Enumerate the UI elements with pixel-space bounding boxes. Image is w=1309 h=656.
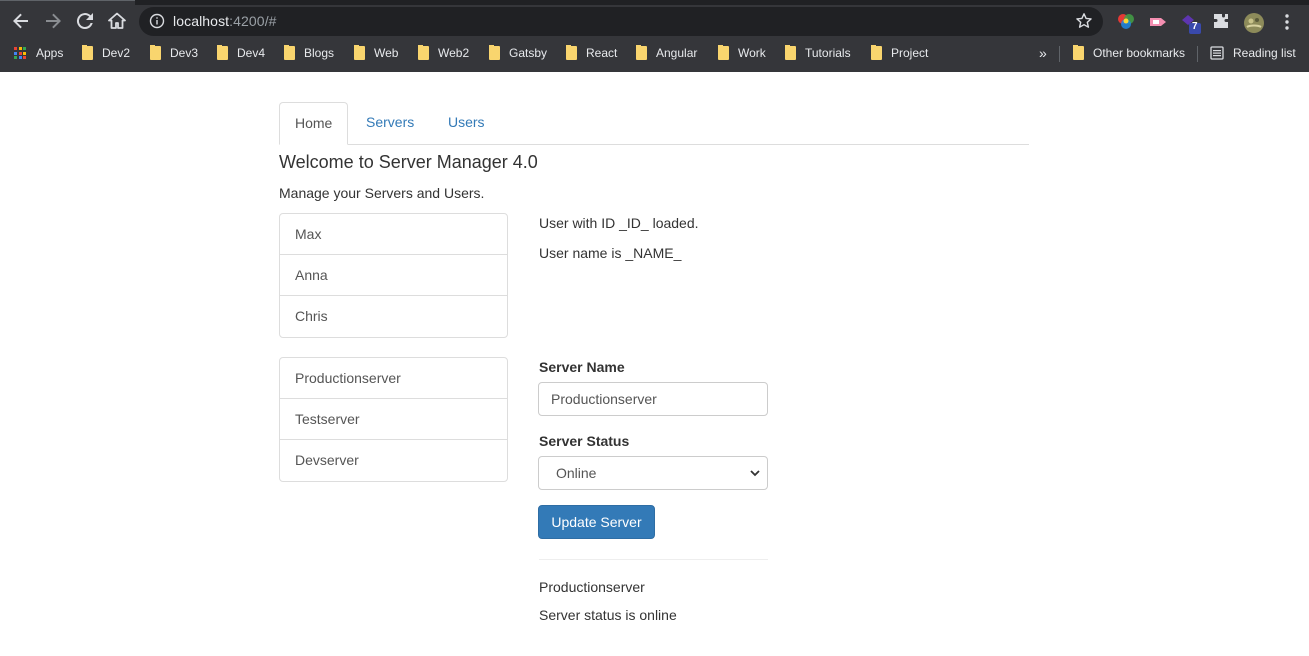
address-bar[interactable]: localhost:4200/# [139,7,1103,36]
server-list-item[interactable]: Testserver [280,399,507,440]
bookmark-tutorials[interactable]: Tutorials [785,44,851,62]
bookmark-apps[interactable]: Apps [14,44,63,62]
bookmarks-bar: Apps Dev2 Dev3 Dev4 Blogs Web Web2 Gatsb… [0,38,1309,68]
bookmark-angular[interactable]: Angular [636,44,697,62]
server-detail-name: Productionserver [539,579,645,595]
bookmark-star-icon[interactable] [1075,12,1093,30]
folder-icon [284,45,295,60]
bookmark-gatsby[interactable]: Gatsby [489,44,547,62]
folder-icon [785,45,796,60]
user-list-item[interactable]: Anna [280,255,507,296]
bookmark-label: Web [374,46,399,60]
site-info-icon[interactable] [149,13,165,29]
bookmark-label: Blogs [304,46,335,60]
forward-icon[interactable] [41,9,65,33]
chevron-down-icon [750,470,760,477]
reading-list-label: Reading list [1233,46,1296,60]
folder-icon [354,45,365,60]
folder-icon [718,45,729,60]
reload-icon[interactable] [73,9,97,33]
folder-icon [636,45,647,60]
reading-list-icon [1210,46,1224,60]
bookmark-label: Apps [36,46,64,60]
color-extension-icon[interactable] [1116,12,1136,32]
url-host: localhost [173,13,230,29]
bookmark-label: Dev2 [102,46,131,60]
gem-extension-icon[interactable]: 7 [1180,12,1201,34]
bookmark-label: Angular [656,46,698,60]
bookmark-label: Dev4 [237,46,266,60]
folder-icon [489,45,500,60]
folder-icon [566,45,577,60]
bookmark-blogs[interactable]: Blogs [284,44,334,62]
folder-icon [82,45,93,60]
bookmark-work[interactable]: Work [718,44,766,62]
bookmark-dev4[interactable]: Dev4 [217,44,265,62]
bookmark-dev2[interactable]: Dev2 [82,44,130,62]
bookmark-label: Other bookmarks [1093,46,1186,60]
app-page: Home Servers Users Welcome to Server Man… [0,72,1309,656]
user-list-item[interactable]: Chris [280,296,507,337]
server-list-item[interactable]: Devserver [280,440,507,481]
tab-users[interactable]: Users [433,102,500,143]
browser-toolbar: localhost:4200/# 7 [0,5,1309,37]
reading-list-button[interactable]: Reading list [1210,44,1296,62]
bookmark-label: Web2 [438,46,470,60]
bookmark-web[interactable]: Web [354,44,398,62]
server-status-label: Server Status [539,433,630,449]
tag-extension-icon[interactable] [1148,12,1168,32]
user-list-item[interactable]: Max [280,214,507,255]
tab-servers[interactable]: Servers [351,102,429,143]
extensions-puzzle-icon[interactable] [1212,12,1232,32]
tab-home[interactable]: Home [279,102,349,145]
folder-icon [217,45,228,60]
bookmark-react[interactable]: React [566,44,617,62]
bookmark-dev3[interactable]: Dev3 [150,44,198,62]
bookmark-other-bookmarks[interactable]: Other bookmarks [1073,44,1185,62]
bookmarks-overflow-chevron[interactable]: » [1039,44,1047,62]
bookmarks-separator [1197,46,1198,62]
folder-icon [1073,45,1084,60]
browser-chrome: localhost:4200/# 7 Apps Dev2 Dev3 Dev4 B… [0,0,1309,72]
back-icon[interactable] [9,9,33,33]
bookmark-project[interactable]: Project [871,44,928,62]
bookmark-web2[interactable]: Web2 [418,44,469,62]
home-icon[interactable] [105,9,129,33]
profile-avatar-icon[interactable] [1243,12,1264,33]
server-name-label: Server Name [539,359,625,375]
divider [539,559,768,560]
bookmark-label: Project [891,46,929,60]
bookmark-label: Dev3 [170,46,199,60]
server-list-item[interactable]: Productionserver [280,358,507,399]
extension-badge: 7 [1192,21,1198,32]
server-detail-status: Server status is online [539,607,677,623]
browser-menu-icon[interactable] [1280,12,1300,32]
folder-icon [418,45,429,60]
folder-icon [150,45,161,60]
url-text[interactable]: localhost:4200/# [173,13,277,29]
bookmark-label: Gatsby [509,46,548,60]
apps-grid-icon [14,47,26,59]
users-list: Max Anna Chris [279,213,508,338]
bookmark-label: Tutorials [805,46,851,60]
server-status-select[interactable]: Online [538,456,768,490]
bookmark-label: Work [738,46,766,60]
user-name-text: User name is _NAME_ [539,245,682,261]
folder-icon [871,45,882,60]
bookmark-label: React [586,46,618,60]
overflow-label: » [1039,45,1047,61]
page-title: Welcome to Server Manager 4.0 [279,152,538,172]
server-status-value: Online [556,465,597,481]
servers-list: Productionserver Testserver Devserver [279,357,508,482]
bookmarks-separator [1059,46,1060,62]
nav-tabs: Home Servers Users [279,102,1029,145]
user-loaded-text: User with ID _ID_ loaded. [539,215,699,231]
server-name-input[interactable] [538,382,768,416]
url-path: :4200/# [229,13,277,29]
page-subtitle: Manage your Servers and Users. [279,185,485,201]
update-server-button[interactable]: Update Server [538,505,655,539]
